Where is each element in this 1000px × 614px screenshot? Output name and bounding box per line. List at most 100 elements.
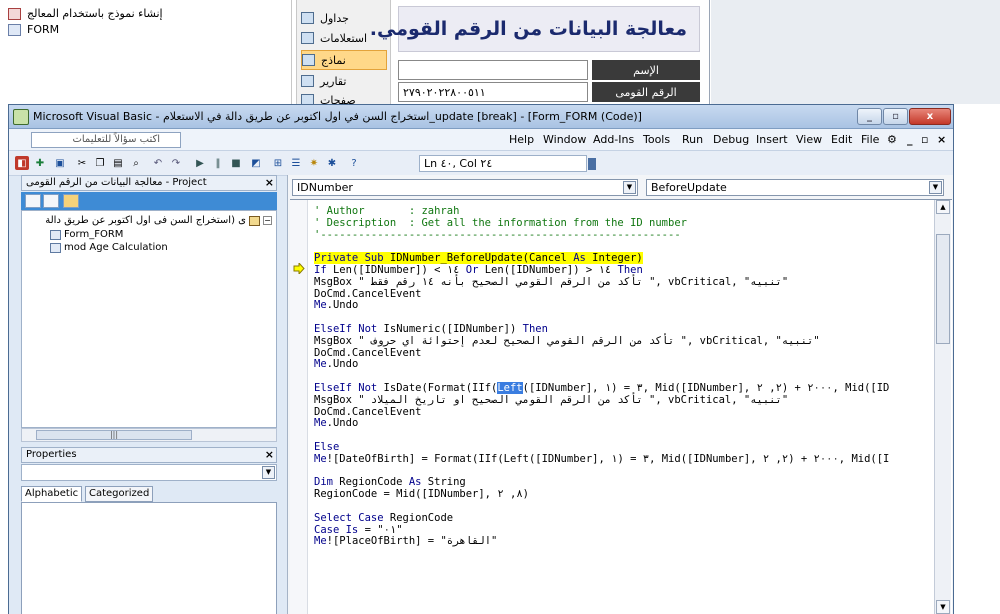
design-mode-icon[interactable]: ◩ [249, 156, 263, 170]
code-line[interactable]: ElseIf Not IsNumeric([IDNumber]) Then [314, 323, 930, 336]
code-line[interactable]: ElseIf Not IsDate(Format(IIf(Left([IDNum… [314, 381, 930, 395]
code-line[interactable]: '---------------------------------------… [314, 229, 930, 242]
execution-arrow-icon [293, 263, 305, 274]
undo-icon[interactable]: ↶ [151, 156, 165, 170]
vba-menu-icon[interactable]: ⚙ [887, 133, 897, 146]
toolbox-icon[interactable]: ✱ [325, 156, 339, 170]
procedure-combobox[interactable]: BeforeUpdate ▼ [646, 179, 944, 196]
find-icon[interactable]: ⌕ [129, 156, 143, 170]
save-icon[interactable]: ▣ [53, 156, 67, 170]
toggle-folders-icon[interactable] [63, 194, 79, 208]
chevron-down-icon[interactable]: ▼ [929, 181, 942, 194]
breakpoint-margin[interactable] [290, 200, 308, 614]
code-line[interactable]: If Len([IDNumber]) < ١٤ Or Len([IDNumber… [314, 264, 930, 277]
form-row-name: الإسم [398, 60, 700, 80]
code-line[interactable]: DoCmd.CancelEvent [314, 288, 930, 301]
project-horizontal-scrollbar[interactable]: ||| [21, 428, 277, 442]
menu-add-ins[interactable]: Add-Ins [593, 133, 634, 146]
redo-icon[interactable]: ↷ [169, 156, 183, 170]
name-label: الإسم [592, 60, 700, 80]
code-line[interactable]: Me![DateOfBirth] = Format(IIf(Left([IDNu… [314, 453, 930, 466]
menu-run[interactable]: Run [682, 133, 703, 146]
form-wizard-item[interactable]: إنشاء نموذج باستخدام المعالج [8, 6, 163, 21]
toolbar-grip[interactable] [588, 158, 596, 170]
collapse-icon[interactable]: − [263, 216, 272, 225]
code-line[interactable]: MsgBox " تأكد من الرقم القومي الصحيح لعد… [314, 335, 930, 348]
insert-module-icon[interactable]: ✚ [33, 156, 47, 170]
form-item[interactable]: FORM [8, 22, 59, 37]
selected-word[interactable]: Left [497, 381, 523, 394]
scroll-up-icon[interactable]: ▲ [936, 200, 950, 214]
menu-minimize-icon[interactable]: _ [907, 133, 913, 146]
nav-item-forms[interactable]: نماذج [301, 50, 387, 70]
access-view-icon[interactable]: ◧ [15, 156, 29, 170]
code-line[interactable] [314, 501, 930, 513]
help-icon[interactable]: ? [347, 156, 361, 170]
properties-grid[interactable] [21, 502, 277, 614]
tab-categorized[interactable]: Categorized [85, 486, 154, 502]
code-line[interactable]: Me.Undo [314, 299, 930, 312]
cut-icon[interactable]: ✂ [75, 156, 89, 170]
reset-icon[interactable]: ■ [229, 156, 243, 170]
menu-edit[interactable]: Edit [831, 133, 852, 146]
restore-button[interactable]: ▫ [883, 108, 908, 125]
code-line[interactable]: Me.Undo [314, 417, 930, 430]
ask-question-box[interactable]: اكتب سؤالاً للتعليمات [31, 132, 181, 148]
code-line[interactable]: ' Description : Get all the information … [314, 217, 930, 230]
code-line[interactable]: DoCmd.CancelEvent [314, 347, 930, 360]
menu-insert[interactable]: Insert [756, 133, 788, 146]
copy-icon[interactable]: ❐ [93, 156, 107, 170]
properties-object-select[interactable]: ▼ [21, 464, 277, 481]
module-icon [50, 242, 61, 253]
menu-view[interactable]: View [796, 133, 822, 146]
nav-item-reports[interactable]: تقارير [301, 71, 387, 91]
title-bar[interactable]: Microsoft Visual Basic - استخراج السن في… [9, 105, 953, 129]
id-number-field[interactable]: ٢٧٩٠٢٠٢٢٨٠٠٥١١ [398, 82, 588, 102]
tab-alphabetic[interactable]: Alphabetic [21, 486, 83, 502]
code-vertical-scrollbar[interactable]: ▲ ▼ [934, 200, 951, 614]
code-editor[interactable]: ' Author : zahrah ' Description : Get all… [290, 199, 952, 614]
code-line[interactable]: Select Case RegionCode [314, 512, 930, 525]
access-form: معالجة البيانات من الرقم القومي. الإسم ٢… [370, 0, 710, 104]
chevron-down-icon[interactable]: ▼ [262, 466, 275, 479]
code-text[interactable]: ' Author : zahrah ' Description : Get all… [314, 206, 930, 614]
paste-icon[interactable]: ▤ [111, 156, 125, 170]
code-line[interactable] [314, 430, 930, 442]
view-code-icon[interactable] [25, 194, 41, 208]
scrollbar-thumb[interactable]: ||| [36, 430, 192, 440]
menu-debug[interactable]: Debug [713, 133, 749, 146]
object-combobox[interactable]: IDNumber ▼ [292, 179, 638, 196]
menu-help[interactable]: Help [509, 133, 534, 146]
menu-window[interactable]: Window [543, 133, 586, 146]
properties-window-icon[interactable]: ☰ [289, 156, 303, 170]
tree-project-root[interactable]: − ى (استخراج السن فى اول اكتوبر عن طريق … [45, 215, 272, 226]
menu-close-icon[interactable]: × [937, 133, 946, 146]
close-icon[interactable]: × [265, 448, 274, 461]
code-line[interactable]: DoCmd.CancelEvent [314, 406, 930, 419]
code-line[interactable]: Me![PlaceOfBirth] = "القاهرة" [314, 535, 930, 548]
code-line[interactable]: MsgBox " تأكد من الرقم القومي الصحيح بأن… [314, 276, 930, 289]
form-module-icon [50, 229, 61, 240]
code-window: IDNumber ▼ BeforeUpdate ▼ ' Author : zah… [287, 175, 953, 614]
scrollbar-thumb[interactable] [936, 234, 950, 344]
code-line[interactable]: Me.Undo [314, 358, 930, 371]
scroll-down-icon[interactable]: ▼ [936, 600, 950, 614]
menu-restore-icon[interactable]: ▫ [921, 133, 928, 146]
tree-item-form[interactable]: Form_FORM [50, 229, 123, 240]
menu-tools[interactable]: Tools [643, 133, 670, 146]
close-button[interactable]: x [909, 108, 951, 125]
menu-file[interactable]: File [861, 133, 879, 146]
break-icon[interactable]: ‖ [211, 156, 225, 170]
view-object-icon[interactable] [43, 194, 59, 208]
object-browser-icon[interactable]: ✷ [307, 156, 321, 170]
name-field[interactable] [398, 60, 588, 80]
run-icon[interactable]: ▶ [193, 156, 207, 170]
code-line[interactable]: Else [314, 441, 930, 454]
code-line[interactable]: MsgBox " تأكد من الرقم القومي الصحيح او … [314, 394, 930, 407]
chevron-down-icon[interactable]: ▼ [623, 181, 636, 194]
close-icon[interactable]: × [265, 176, 274, 189]
tree-item-module[interactable]: mod Age Calculation [50, 242, 168, 253]
code-line[interactable]: RegionCode = Mid([IDNumber], ٨, ٢) [314, 488, 930, 501]
minimize-button[interactable]: _ [857, 108, 882, 125]
project-explorer-icon[interactable]: ⊞ [271, 156, 285, 170]
